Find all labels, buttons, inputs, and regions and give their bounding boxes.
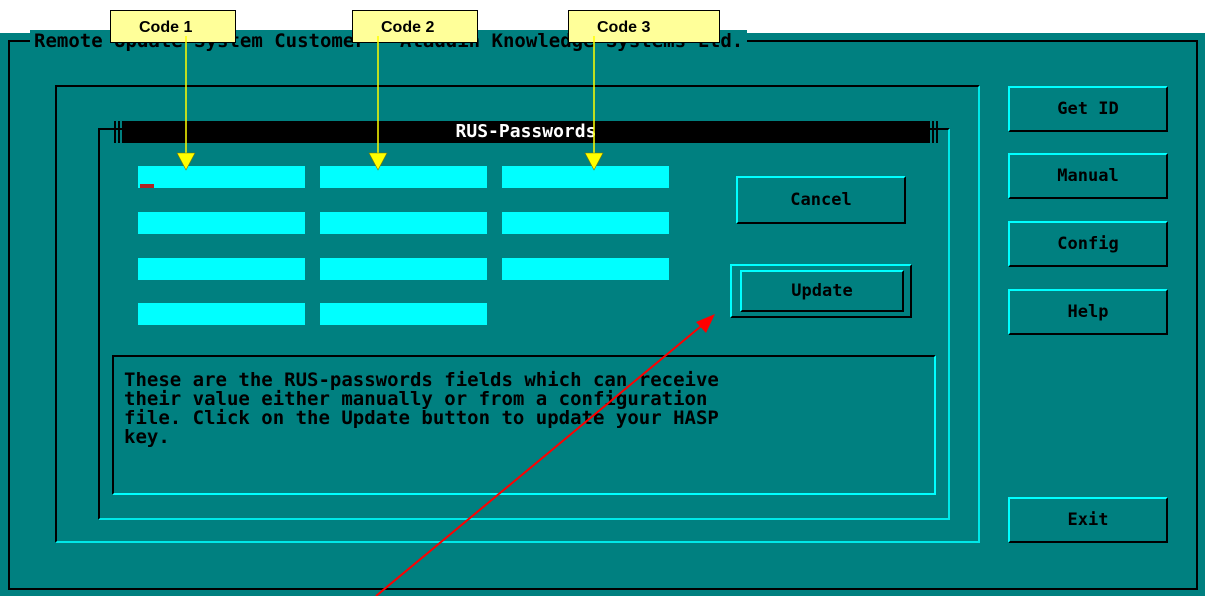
update-pointer-arrow <box>375 321 707 596</box>
update-pointer-arrow-head <box>696 314 715 333</box>
code-2-arrow-head <box>368 152 388 171</box>
rus-screen: Remote Update System Customer - Aladdin … <box>0 0 1205 596</box>
annotation-arrows <box>176 36 715 596</box>
code-3-arrow-head <box>584 152 604 171</box>
code-1-arrow-head <box>176 152 196 171</box>
